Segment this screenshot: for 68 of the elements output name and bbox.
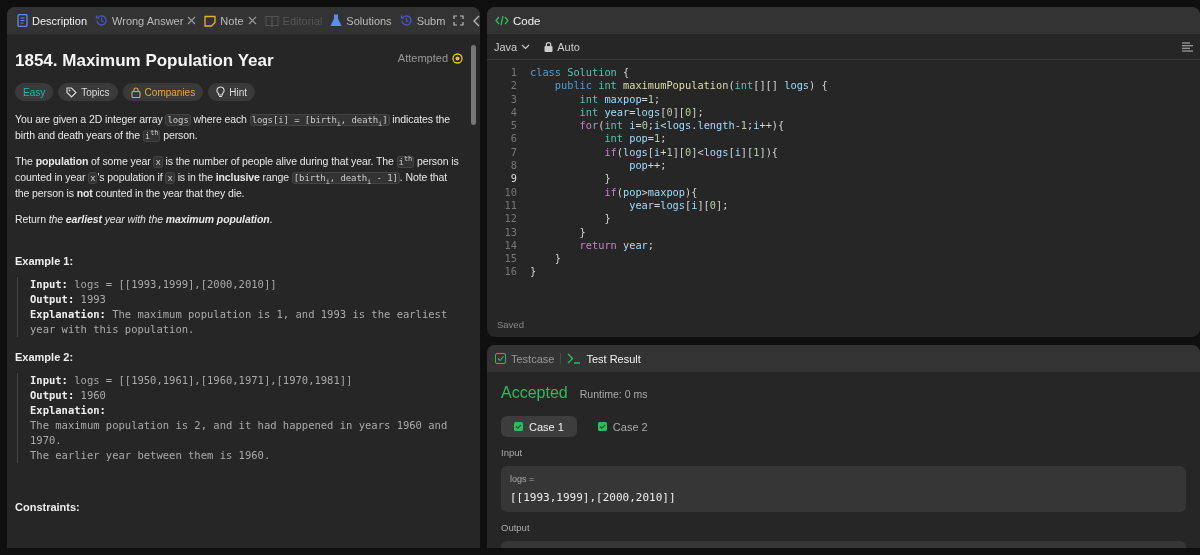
code-line: pop++; xyxy=(628,159,667,173)
code-line: for(int i=0;i<logs.length-1;i++){ xyxy=(578,119,785,133)
panel-tab[interactable]: Subm xyxy=(395,7,450,34)
field-label: Input xyxy=(501,447,524,458)
example-line: Explanation: The maximum population is 2, and it had happened in years 1960 and 1970. The earlier year between them is 1960. xyxy=(30,403,449,463)
verdict-label: Accepted xyxy=(501,384,568,402)
description-paragraph: The population of some year x is the number of people alive during that year. The i$^{th}$ person is counted in year x 's population if x is in the inclusive range [birth$_{i}$, death$_{i}$ - 1] . Note that the person is not counted in the year that they die. xyxy=(15,154,460,201)
code-line: } xyxy=(553,252,561,266)
code-line: public int maximumPopulation(int[][] logs) { xyxy=(553,79,828,93)
code-line: } xyxy=(578,225,586,239)
line-number: 6 xyxy=(509,132,518,146)
line-number: 16 xyxy=(503,265,518,279)
panel-tab[interactable]: Wrong Answer xyxy=(91,7,201,34)
panel-tab[interactable]: Test Result xyxy=(567,352,641,365)
constraints-heading: Constraints: xyxy=(15,501,81,513)
line-number: 8 xyxy=(509,159,518,173)
code-line: int maxpop=1; xyxy=(578,92,661,106)
panel-tab[interactable]: Description xyxy=(13,7,92,34)
line-number: 5 xyxy=(509,119,518,133)
case-tab[interactable]: Case 1 xyxy=(501,416,577,437)
mode-label: Auto xyxy=(557,40,580,53)
code-line: } xyxy=(530,265,537,279)
line-number: 12 xyxy=(503,212,518,226)
save-status: Saved xyxy=(496,319,525,332)
example-line: Explanation: The maximum population is 1, and 1993 is the earliest year with this population. xyxy=(30,307,449,337)
example-heading: Example 2: xyxy=(15,351,75,363)
line-number: 11 xyxy=(503,198,518,213)
code-line: int year=logs[0][0]; xyxy=(578,105,704,120)
parameter-value: [[1993,1999],[2000,2010]] xyxy=(510,491,677,504)
line-number: 7 xyxy=(509,145,518,160)
status-label: Attempted xyxy=(397,52,448,64)
line-number: 2 xyxy=(509,79,518,93)
code-line: } xyxy=(603,172,611,186)
runtime-label: Runtime: 0 ms xyxy=(579,388,648,400)
language-dropdown[interactable]: Java xyxy=(494,40,531,53)
code-line: } xyxy=(603,212,611,226)
code-line: int pop=1; xyxy=(603,132,667,146)
example-line: Input: logs = [[1950,1961],[1960,1971],[1970,1981]] xyxy=(30,373,354,388)
line-number: 15 xyxy=(503,252,518,266)
code-line: year=logs[i][0]; xyxy=(628,198,729,213)
code-line: return year; xyxy=(578,238,654,253)
code-line: if(logs[i+1][0]<logs[i][1]){ xyxy=(603,145,779,160)
code-line: class Solution { xyxy=(530,66,630,80)
example-line: Input: logs = [[1993,1999],[2000,2010]] xyxy=(30,277,278,292)
panel-tab[interactable]: Note xyxy=(200,7,261,34)
example-line: Output: 1993 xyxy=(30,292,107,307)
parameter-name: logs = xyxy=(510,474,536,484)
line-number: 3 xyxy=(509,92,518,106)
field-label: Output xyxy=(501,522,531,533)
code-line: if(pop>maxpop){ xyxy=(603,185,698,199)
description-paragraph: You are given a 2D integer array logs where each logs[i] = [birth$_{i}$, death$_{i}$] indicates the birth and death years of the i$^{th}$ person. xyxy=(15,112,452,143)
panel-tab[interactable]: Solutions xyxy=(326,7,396,34)
line-number: 10 xyxy=(503,185,518,199)
tag-button[interactable]: Topics xyxy=(58,83,118,101)
example-heading: Example 1: xyxy=(15,255,75,267)
case-tab[interactable]: Case 2 xyxy=(584,416,661,437)
panel-title: Code xyxy=(513,14,541,27)
line-number: 1 xyxy=(509,66,518,80)
line-number: 9 xyxy=(509,172,518,186)
example-line: Output: 1960 xyxy=(30,388,107,403)
panel-tab[interactable]: Testcase xyxy=(495,352,555,365)
tag-button[interactable]: Hint xyxy=(208,83,255,101)
problem-title: 1854. Maximum Population Year xyxy=(15,51,274,71)
tag-button[interactable]: Companies xyxy=(122,83,204,101)
difficulty-badge: Easy xyxy=(15,83,54,101)
line-number: 14 xyxy=(503,238,518,253)
line-number: 4 xyxy=(509,105,518,120)
line-number: 13 xyxy=(503,225,518,239)
